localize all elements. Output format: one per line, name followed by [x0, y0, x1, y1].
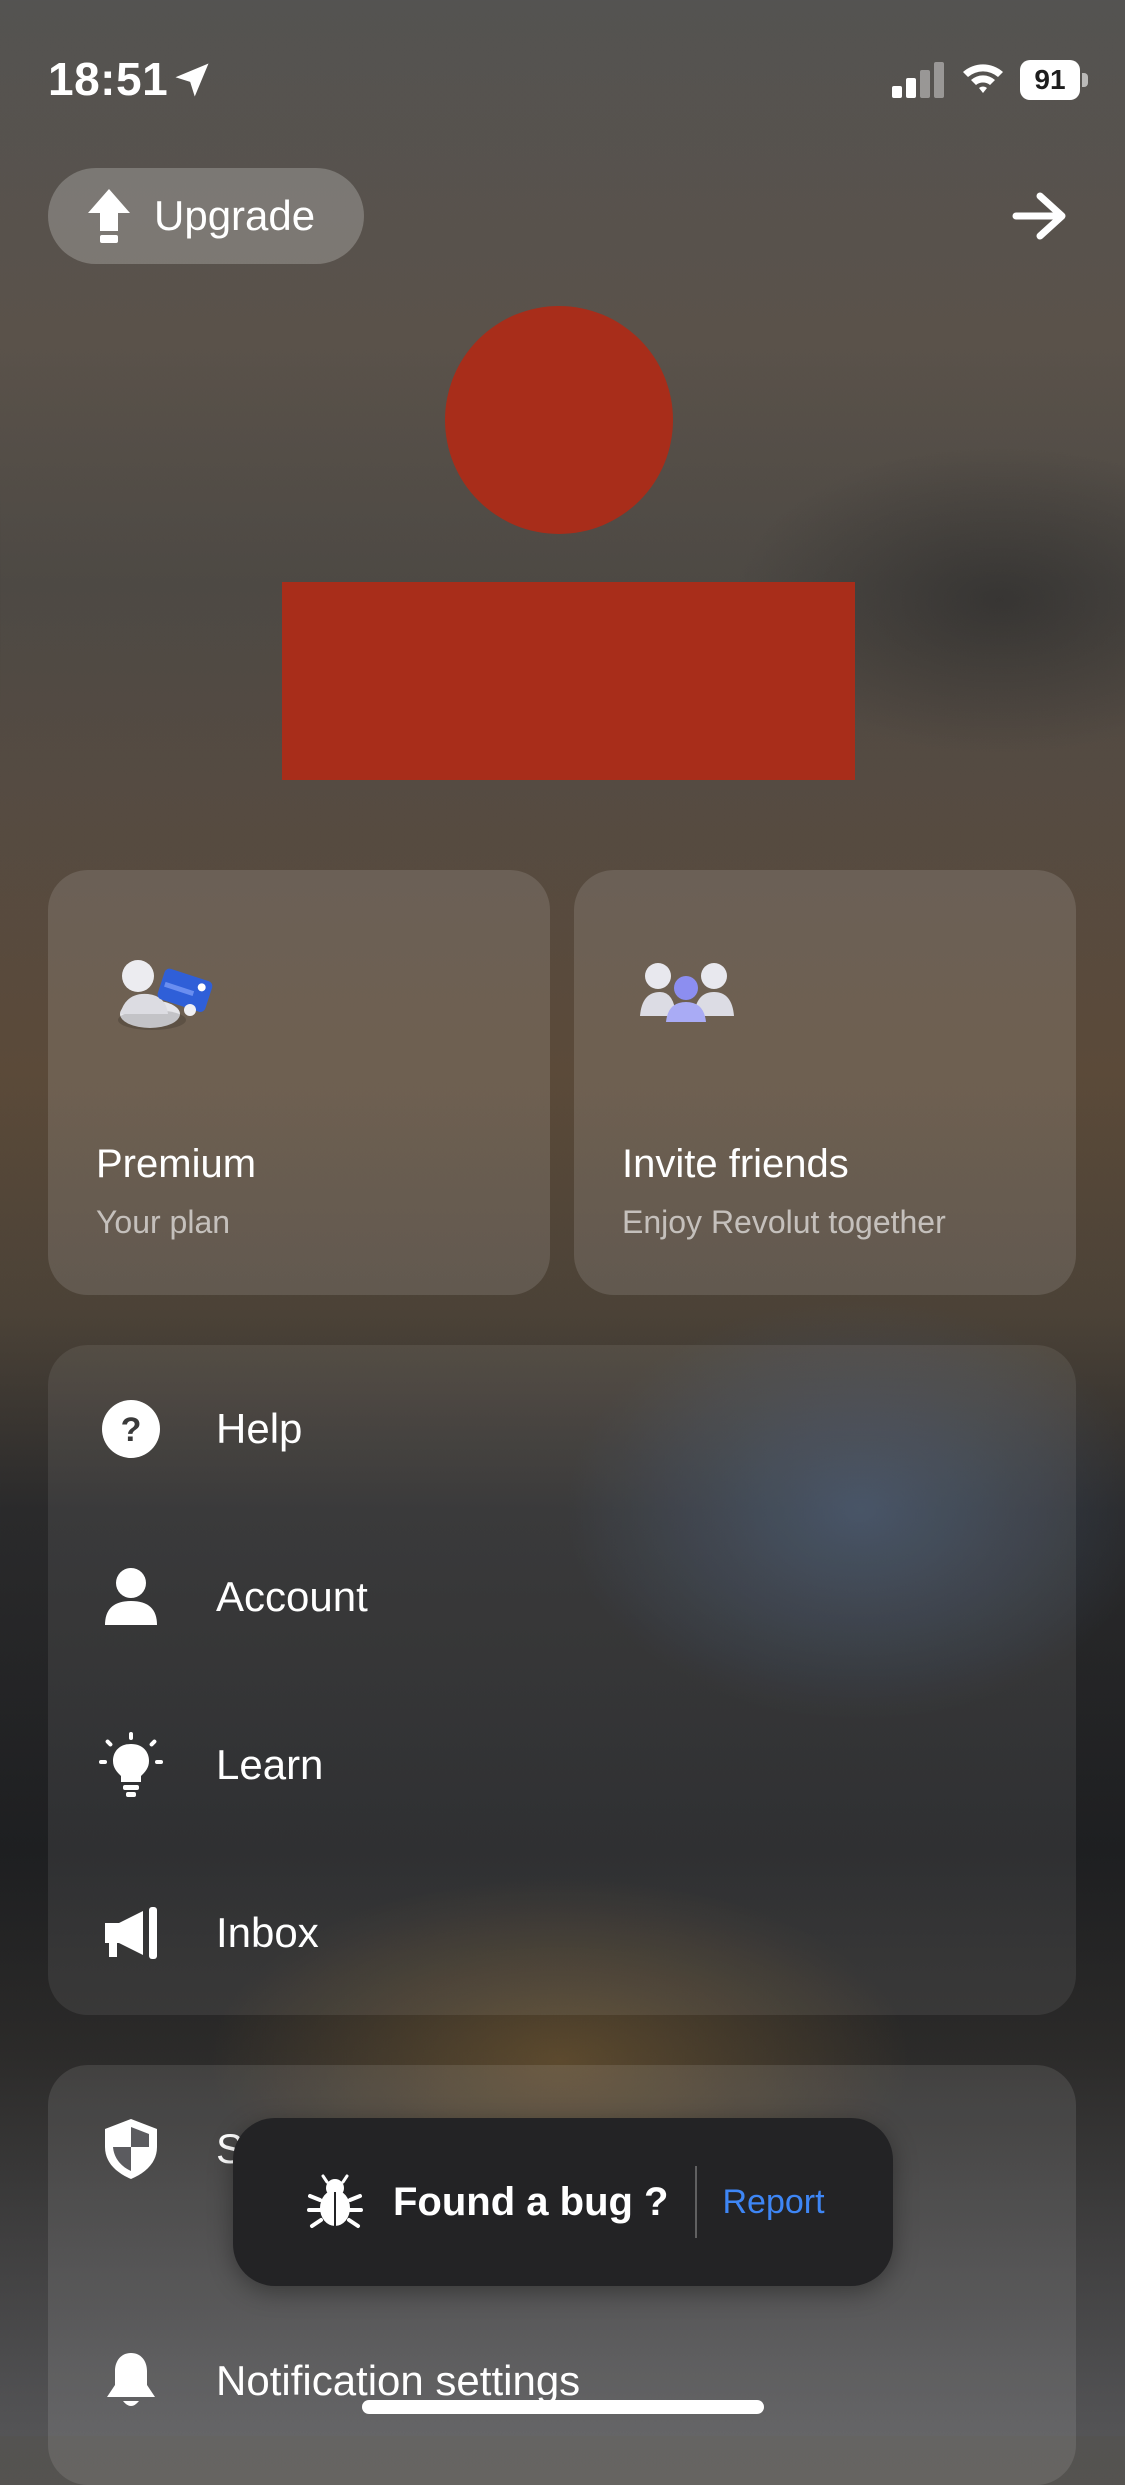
- upgrade-label: Upgrade: [154, 192, 316, 239]
- premium-card-subtitle: Your plan: [96, 1204, 231, 1240]
- menu-item-help[interactable]: ? Help: [48, 1345, 1076, 1513]
- menu-item-account[interactable]: Account: [48, 1513, 1076, 1681]
- battery-tip: [1082, 73, 1088, 87]
- menu-item-learn[interactable]: Learn: [48, 1681, 1076, 1849]
- menu-item-label: Learn: [216, 1741, 324, 1788]
- bell-icon: [98, 2348, 164, 2414]
- status-time: 18:51: [48, 53, 169, 105]
- invite-friends-card-subtitle: Enjoy Revolut together: [622, 1204, 946, 1240]
- menu-item-notification-settings[interactable]: Notification settings: [48, 2297, 1076, 2465]
- menu-item-label: Help: [216, 1405, 303, 1452]
- premium-plan-icon: [118, 960, 213, 1030]
- arrow-right-icon[interactable]: [1010, 190, 1070, 242]
- cellular-signal-icon: [892, 62, 944, 98]
- svg-text:?: ?: [121, 1411, 142, 1449]
- menu-item-label: Notification settings: [216, 2357, 581, 2404]
- megaphone-icon: [98, 1900, 164, 1966]
- battery-level: 91: [1020, 60, 1080, 100]
- toast-message: Found a bug ?: [393, 2179, 669, 2224]
- menu-item-label: Account: [216, 1573, 368, 1620]
- premium-card[interactable]: Premium Your plan: [48, 870, 550, 1295]
- report-bug-link[interactable]: Report: [723, 2183, 825, 2222]
- menu-item-label: Inbox: [216, 1909, 319, 1956]
- invite-friends-card-title: Invite friends: [622, 1142, 849, 1186]
- shield-icon: [98, 2116, 164, 2182]
- premium-card-title: Premium: [96, 1142, 257, 1186]
- battery-indicator: 91: [1020, 60, 1088, 102]
- toast-divider: [694, 2166, 697, 2238]
- invite-friends-icon: [640, 963, 734, 1022]
- bug-report-toast: Found a bug ? Report: [233, 2118, 893, 2286]
- help-icon: ?: [98, 1396, 164, 1462]
- wifi-icon: [963, 64, 1003, 93]
- location-arrow-icon: [175, 63, 209, 97]
- profile-name-redacted: [282, 582, 855, 780]
- avatar-redacted: [445, 306, 673, 534]
- settings-menu: ? Help Account Learn Inbox: [48, 1345, 1076, 2015]
- bug-icon: [307, 2174, 363, 2228]
- upload-arrow-icon: [88, 189, 130, 243]
- person-icon: [98, 1564, 164, 1630]
- invite-friends-card[interactable]: Invite friends Enjoy Revolut together: [574, 870, 1076, 1295]
- menu-item-inbox[interactable]: Inbox: [48, 1849, 1076, 2017]
- home-indicator[interactable]: [362, 2400, 764, 2414]
- upgrade-button[interactable]: Upgrade: [48, 168, 364, 264]
- lightbulb-icon: [98, 1732, 164, 1798]
